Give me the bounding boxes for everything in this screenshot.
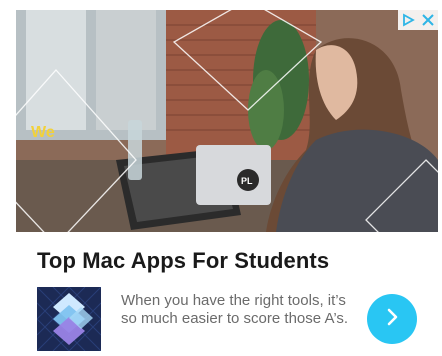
ad-description: When you have the right tools, it’s so m… [121,292,349,327]
hero-photo-illustration: We PL [16,10,438,232]
chevron-right-icon [381,306,403,333]
adchoices-triangle-icon[interactable] [398,10,418,30]
close-x-icon[interactable] [418,10,438,30]
ad-headline[interactable]: Top Mac Apps For Students [37,248,329,274]
cta-button[interactable] [367,294,417,344]
layered-diamonds-app-icon[interactable] [36,286,102,352]
svg-text:We: We [31,124,55,141]
hero-image[interactable]: We PL [16,10,438,232]
ad-card[interactable]: We PL Top Mac Apps For Students When you… [16,10,438,353]
svg-text:PL: PL [241,176,253,186]
adchoices-badge[interactable] [398,10,438,30]
